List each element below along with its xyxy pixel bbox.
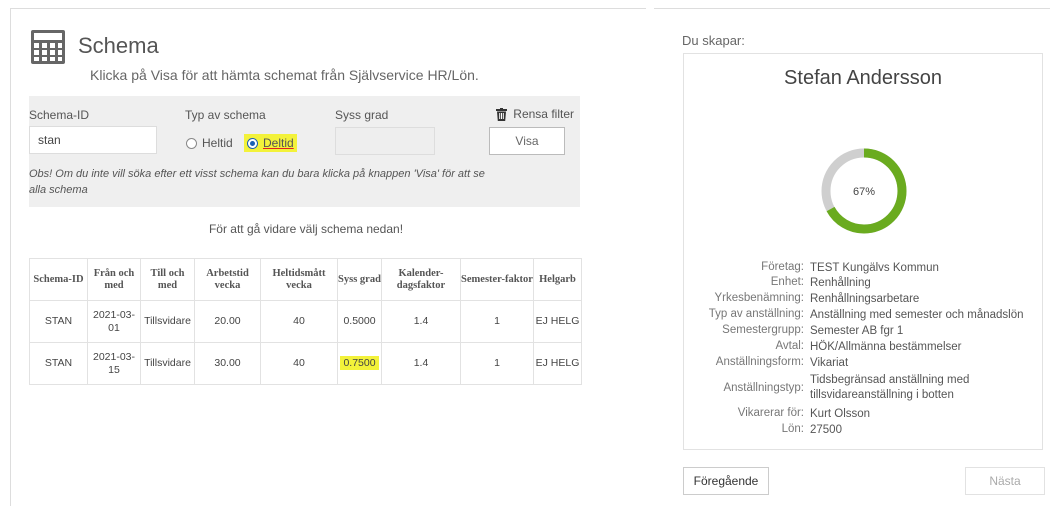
table-header-row: Schema-ID Från och med Till och med Arbe…	[29, 258, 582, 301]
col-header: Heltidsmått vecka	[260, 258, 338, 301]
schema-type-label: Typ av schema	[185, 108, 266, 122]
radio-checked-icon	[247, 137, 258, 149]
table-cell: 1.4	[381, 342, 461, 385]
table-cell: 2021-03-01	[87, 300, 141, 343]
clear-filter-button[interactable]: Rensa filter	[496, 107, 574, 121]
trash-icon	[496, 107, 508, 121]
page-subtitle: Klicka på Visa för att hämta schemat frå…	[90, 67, 479, 83]
table-cell: 0.5000	[337, 300, 382, 343]
calculator-icon	[31, 30, 65, 64]
radio-unchecked-icon	[186, 137, 197, 149]
table-cell: 20.00	[194, 300, 261, 343]
next-button[interactable]: Nästa	[965, 467, 1045, 495]
table-cell: 30.00	[194, 342, 261, 385]
schedule-table: Schema-ID Från och med Till och med Arbe…	[29, 258, 582, 385]
radio-deltid-label: Deltid	[263, 136, 294, 150]
radio-heltid-label: Heltid	[202, 136, 233, 150]
table-cell: 1.4	[381, 300, 461, 343]
table-cell: 1	[460, 342, 534, 385]
schema-id-input[interactable]: stan	[29, 126, 157, 154]
syss-grad-input[interactable]	[335, 127, 435, 155]
col-header: Helgarb	[533, 258, 582, 301]
col-header: Arbetstid vecka	[194, 258, 261, 301]
page-title: Schema	[78, 33, 159, 58]
col-header: Kalender-dagsfaktor	[381, 258, 461, 301]
progress-label: 67%	[853, 186, 875, 198]
syss-grad-label: Syss grad	[335, 108, 389, 122]
highlighted-value: 0.7500	[340, 356, 379, 370]
table-cell: 40	[260, 342, 338, 385]
visa-button[interactable]: Visa	[489, 127, 565, 155]
instruction-text: För att gå vidare välj schema nedan!	[208, 222, 404, 236]
progress-donut: 67%	[821, 148, 907, 234]
col-header: Till och med	[140, 258, 195, 301]
schema-id-label: Schema-ID	[29, 108, 90, 122]
col-header: Semester-faktor	[460, 258, 534, 301]
col-header: Från och med	[87, 258, 141, 301]
table-row[interactable]: STAN 2021-03-01 Tillsvidare 20.00 40 0.5…	[29, 300, 582, 343]
table-cell: 0.7500	[337, 342, 382, 385]
table-cell: 40	[260, 300, 338, 343]
col-header: Syss grad	[337, 258, 382, 301]
table-cell: Tillsvidare	[140, 342, 195, 385]
table-cell: EJ HELG	[533, 300, 582, 343]
filter-note: Obs! Om du inte vill söka efter ett viss…	[29, 168, 485, 196]
table-cell: Tillsvidare	[140, 300, 195, 343]
col-header: Schema-ID	[29, 258, 88, 301]
table-cell: EJ HELG	[533, 342, 582, 385]
clear-filter-label: Rensa filter	[513, 107, 574, 121]
table-cell: 1	[460, 300, 534, 343]
table-row[interactable]: STAN 2021-03-15 Tillsvidare 30.00 40 0.7…	[29, 342, 582, 385]
summary-heading: Du skapar:	[682, 33, 745, 48]
previous-button[interactable]: Föregående	[683, 467, 769, 495]
table-cell: STAN	[29, 300, 88, 343]
table-cell: 2021-03-15	[87, 342, 141, 385]
person-name: Stefan Andersson	[784, 67, 942, 89]
radio-heltid[interactable]: Heltid	[186, 136, 233, 150]
summary-card: Stefan Andersson 67% Företag: TEST Kungäl…	[683, 53, 1043, 450]
radio-deltid[interactable]: Deltid	[244, 134, 297, 152]
table-cell: STAN	[29, 342, 88, 385]
filter-panel: Schema-ID stan Typ av schema Heltid Delt…	[29, 96, 580, 207]
